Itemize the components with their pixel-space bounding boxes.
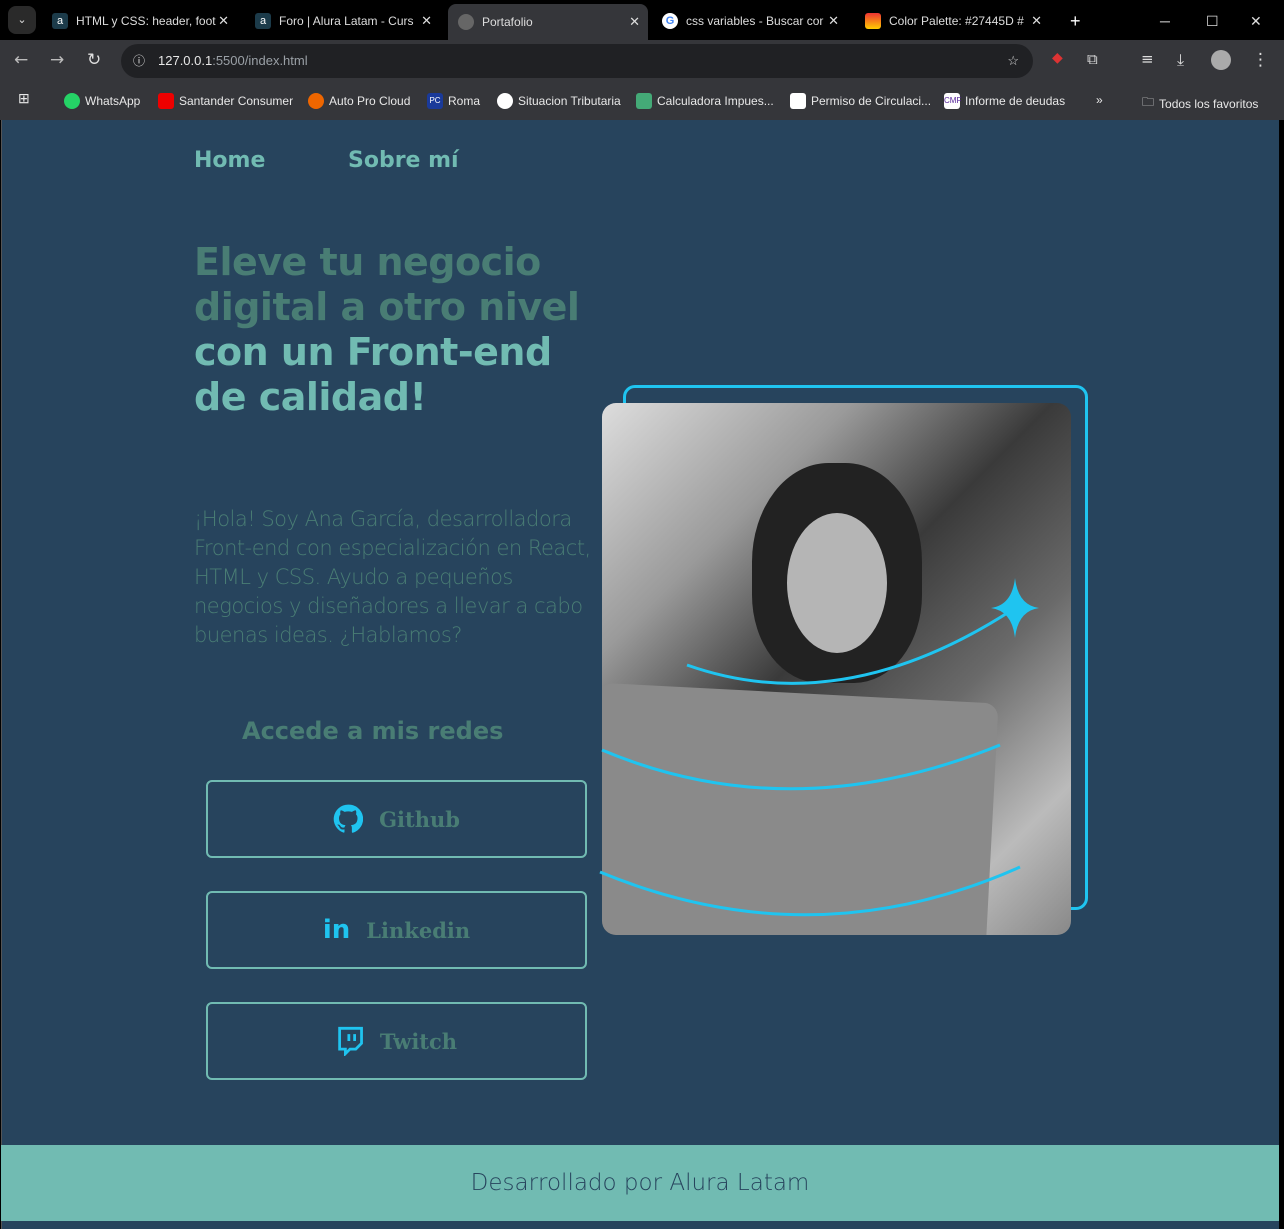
extension-icon[interactable]: ◆ xyxy=(1052,50,1063,66)
linkedin-label: Linkedin xyxy=(366,917,471,943)
all-bookmarks[interactable]: 🗀 Todos los favoritos xyxy=(1142,93,1258,114)
alura-icon: a xyxy=(52,13,68,29)
profile-avatar[interactable] xyxy=(1211,50,1231,70)
bookmark-label: Informe de deudas xyxy=(965,94,1066,108)
forward-icon[interactable]: → xyxy=(50,50,64,70)
close-tab-icon[interactable]: ✕ xyxy=(1031,13,1042,29)
apps-grid-icon[interactable]: ⊞ xyxy=(18,90,30,107)
tab-title: Color Palette: #27445D # xyxy=(889,14,1024,28)
tab-2[interactable]: a Foro | Alura Latam - Curs ✕ xyxy=(245,6,440,36)
alura-icon: a xyxy=(255,13,271,29)
linkedin-icon: in xyxy=(322,915,351,945)
maximize-button[interactable]: ☐ xyxy=(1196,6,1219,36)
twitch-icon xyxy=(338,1026,363,1056)
download-icon[interactable]: ⤓ xyxy=(1177,50,1184,70)
hero-title: Eleve tu negocio digital a otro nivel co… xyxy=(194,240,604,420)
close-tab-icon[interactable]: ✕ xyxy=(629,14,640,30)
bookmark-label: Roma xyxy=(448,94,481,108)
tab-title: css variables - Buscar cor xyxy=(686,14,824,28)
hero-title-highlight: con un Front-end de calidad! xyxy=(194,330,552,419)
extensions-puzzle-icon[interactable]: ⧉ xyxy=(1087,50,1098,68)
more-bookmarks-icon[interactable]: » xyxy=(1096,93,1103,107)
palette-icon xyxy=(865,13,881,29)
bookmark-label: Permiso de Circulaci... xyxy=(811,94,932,108)
star-icon[interactable]: ☆ xyxy=(1007,44,1019,78)
nav-about[interactable]: Sobre mí xyxy=(348,148,459,173)
twitch-button[interactable]: Twitch xyxy=(206,1002,587,1080)
site-info-icon[interactable]: ⓘ xyxy=(133,44,145,78)
browser-toolbar: ← → ↻ ⓘ 127.0.0.1:5500/index.html ☆ ◆ ⧉ ≡ … xyxy=(0,40,1284,82)
minimize-button[interactable]: ─ xyxy=(1150,6,1170,36)
address-bar[interactable]: ⓘ 127.0.0.1:5500/index.html ☆ xyxy=(121,44,1033,78)
cmf-icon: CMF xyxy=(944,93,961,109)
portfolio-page: Home Sobre mí Eleve tu negocio digital a… xyxy=(1,120,1279,1229)
calculator-icon xyxy=(636,93,652,109)
footer: Desarrollado por Alura Latam xyxy=(1,1145,1279,1221)
close-tab-icon[interactable]: ✕ xyxy=(421,13,432,29)
bookmark-autopro[interactable]: Auto Pro Cloud xyxy=(308,93,410,109)
back-icon[interactable]: ← xyxy=(14,50,28,70)
menu-icon[interactable]: ⋮ xyxy=(1252,50,1269,70)
bookmark-label: Auto Pro Cloud xyxy=(329,94,411,108)
url-path: :5500/index.html xyxy=(212,53,308,68)
santander-icon xyxy=(158,93,174,109)
twitch-label: Twitch xyxy=(379,1028,458,1054)
bookmark-whatsapp[interactable]: WhatsApp xyxy=(64,93,140,109)
globe-icon xyxy=(497,93,513,109)
intro-text: ¡Hola! Soy Ana García, desarrolladora Fr… xyxy=(194,507,591,647)
bookmark-permiso[interactable]: Permiso de Circulaci... xyxy=(790,93,931,109)
linkedin-button[interactable]: in Linkedin xyxy=(206,891,587,969)
bookmark-informe[interactable]: CMF Informe de deudas xyxy=(944,93,1065,109)
hero-title-part1: Eleve tu negocio digital a otro nivel xyxy=(194,240,580,329)
github-icon xyxy=(333,804,364,833)
decorative-arcs xyxy=(599,578,1039,917)
social-title: Accede a mis redes xyxy=(242,717,504,745)
bookmark-label: Santander Consumer xyxy=(179,94,294,108)
tab-3-active[interactable]: Portafolio ✕ xyxy=(448,4,648,40)
github-label: Github xyxy=(379,806,460,832)
media-control-icon[interactable]: ≡ xyxy=(1141,50,1154,68)
bookmarks-bar: ⊞ WhatsApp Santander Consumer Auto Pro C… xyxy=(0,82,1284,120)
tab-strip: ⌄ a HTML y CSS: header, foot ✕ a Foro | Alu… xyxy=(0,0,1284,40)
tab-4[interactable]: Gcss variables - Buscar cor ✕ xyxy=(652,6,847,36)
github-button[interactable]: Github xyxy=(206,780,587,858)
close-tab-icon[interactable]: ✕ xyxy=(828,13,839,29)
close-window-button[interactable]: ✕ xyxy=(1240,6,1262,36)
tab-title: Portafolio xyxy=(482,15,533,29)
bookmark-label: WhatsApp xyxy=(85,94,141,108)
bookmark-label: Situacion Tributaria xyxy=(518,94,621,108)
bookmark-calculadora[interactable]: Calculadora Impues... xyxy=(636,93,774,109)
google-icon: G xyxy=(662,13,678,29)
bookmark-situacion[interactable]: Situacion Tributaria xyxy=(497,93,621,109)
tab-title: HTML y CSS: header, foot xyxy=(76,14,216,28)
folder-icon: 🗀 xyxy=(1142,95,1155,109)
nav-home[interactable]: Home xyxy=(194,148,265,173)
tab-1[interactable]: a HTML y CSS: header, foot ✕ xyxy=(42,6,237,36)
bookmark-label: Calculadora Impues... xyxy=(657,94,774,108)
globe-icon xyxy=(458,14,474,30)
sparkle-icon xyxy=(991,578,1039,638)
tab-search-button[interactable]: ⌄ xyxy=(8,6,36,34)
permiso-icon xyxy=(790,93,806,109)
pc-icon: PC xyxy=(427,93,443,109)
tab-title: Foro | Alura Latam - Curs xyxy=(279,14,414,28)
whatsapp-icon xyxy=(64,93,80,109)
reload-icon[interactable]: ↻ xyxy=(87,50,101,70)
autopro-icon xyxy=(308,93,324,109)
url-host: 127.0.0.1 xyxy=(158,53,213,68)
tab-5[interactable]: Color Palette: #27445D # ✕ xyxy=(855,6,1050,36)
bookmark-label: Todos los favoritos xyxy=(1159,96,1259,111)
bookmark-santander[interactable]: Santander Consumer xyxy=(158,93,293,109)
bookmark-roma[interactable]: PC Roma xyxy=(427,93,480,109)
close-tab-icon[interactable]: ✕ xyxy=(218,13,229,29)
new-tab-button[interactable]: + xyxy=(1060,6,1081,36)
